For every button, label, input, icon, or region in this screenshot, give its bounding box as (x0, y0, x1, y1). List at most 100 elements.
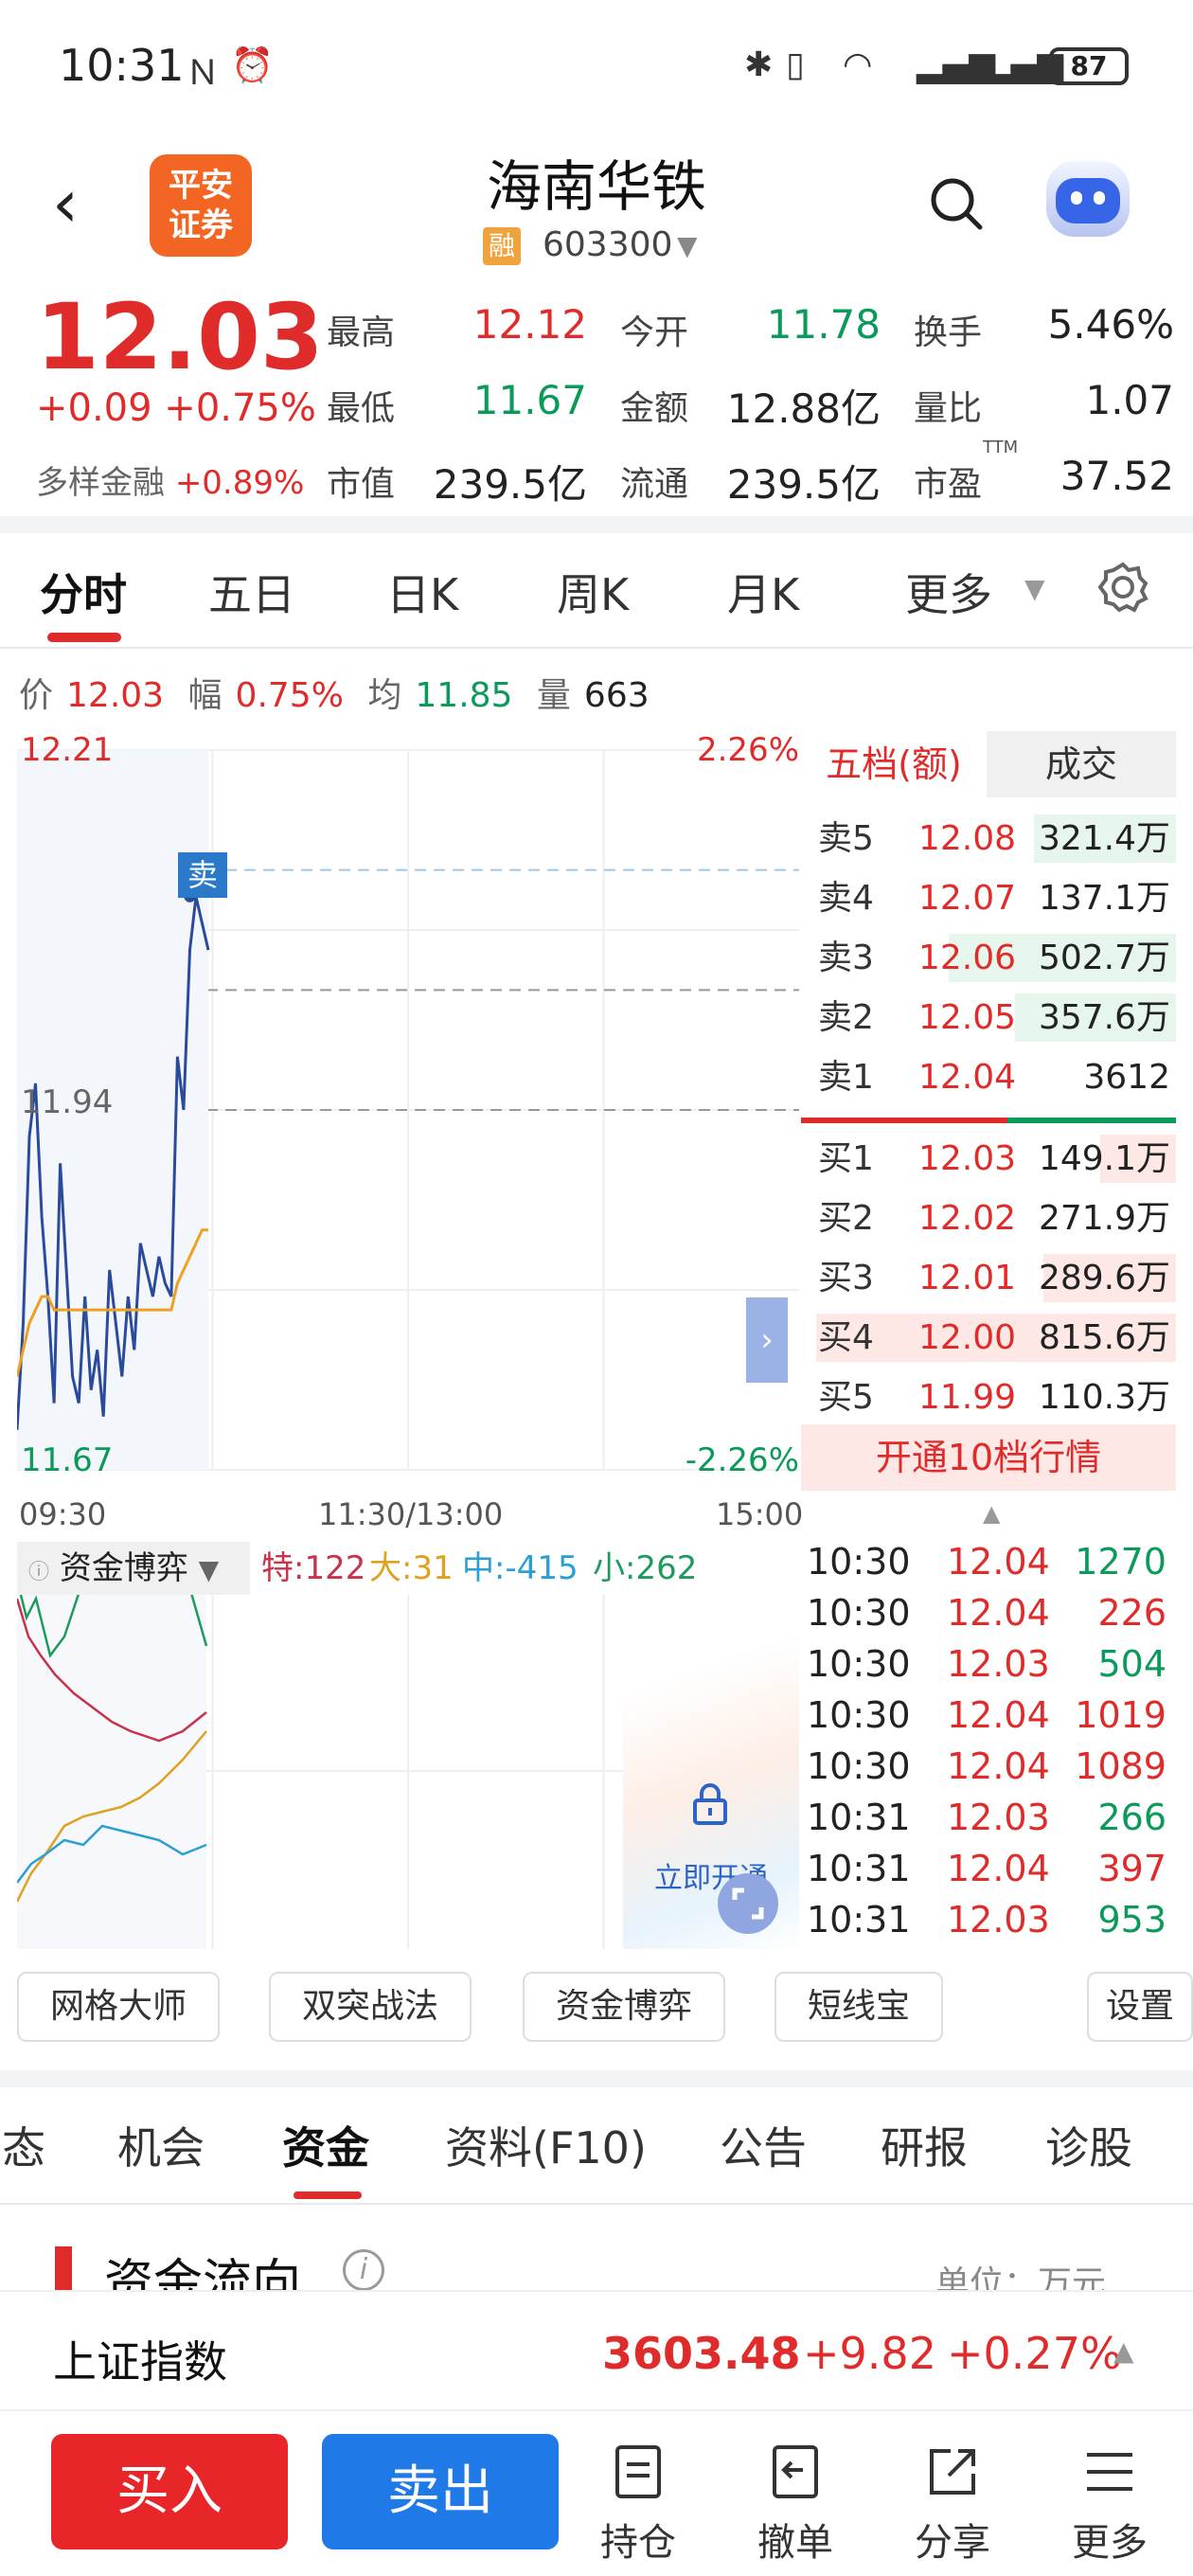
buy-button[interactable]: 买入 (51, 2434, 288, 2549)
volume-ratio-value: 1.07 (1085, 377, 1174, 423)
bid-row[interactable]: 买2 12.02 271.9万 (801, 1189, 1176, 1248)
level-label: 买1 (818, 1139, 874, 1178)
stock-code[interactable]: 603300 (543, 225, 672, 264)
level-label: 买2 (818, 1199, 874, 1238)
gear-icon[interactable] (1096, 561, 1149, 614)
more-dropdown-icon[interactable]: ▼ (1024, 573, 1045, 604)
double-breakout-button[interactable]: 双突战法 (269, 1972, 472, 2042)
tab-dynamics[interactable]: 态 (2, 2114, 45, 2176)
index-percent: +0.27% (947, 2328, 1122, 2379)
short-term-button[interactable]: 短线宝 (775, 1972, 943, 2042)
time-start: 09:30 (19, 1496, 107, 1532)
divider (0, 2203, 1193, 2205)
capital-game-selector[interactable]: ⓘ 资金博弈 ▼ (17, 1542, 250, 1595)
level-price: 12.00 (918, 1318, 1017, 1357)
cancel-order-icon[interactable] (765, 2442, 826, 2502)
sector-percent: +0.89% (174, 464, 305, 502)
tab-intraday[interactable]: 分时 (40, 561, 127, 623)
trade-price: 12.03 (947, 1797, 1050, 1838)
turnover-label: 换手 (914, 313, 983, 352)
info-icon: ⓘ (28, 1561, 50, 1584)
lock-icon (693, 1783, 727, 1825)
super-large-flow: 特:122 (261, 1549, 366, 1587)
tab-research[interactable]: 研报 (881, 2114, 968, 2176)
level-volume: 3612 (1083, 1058, 1170, 1097)
tab-more[interactable]: 更多 (905, 561, 992, 623)
tab-monthly-k[interactable]: 月K (727, 561, 799, 623)
intraday-chart[interactable]: 12.21 2.26% 11.94 11.67 -2.26% 卖 › (15, 731, 799, 1489)
bid-row[interactable]: 买1 12.03 149.1万 (801, 1129, 1176, 1189)
tab-announcement[interactable]: 公告 (720, 2114, 807, 2176)
settings-button[interactable]: 设置 (1087, 1972, 1193, 2042)
grid-master-button[interactable]: 网格大师 (17, 1972, 220, 2042)
trade-price: 12.04 (947, 1848, 1050, 1889)
ask-row[interactable]: 卖1 12.04 3612 (801, 1047, 1176, 1107)
level-volume: 110.3万 (1038, 1378, 1170, 1417)
section-marker (55, 2246, 72, 2294)
tab-diagnosis[interactable]: 诊股 (1045, 2114, 1132, 2176)
trade-volume: 397 (1097, 1848, 1166, 1889)
tab-opportunity[interactable]: 机会 (117, 2114, 205, 2176)
y-top-price: 12.21 (21, 731, 114, 769)
sector-label: 多样金融 (36, 464, 165, 502)
vibrate-icon: ▯ (786, 45, 805, 84)
y-bottom-pct: -2.26% (685, 1441, 799, 1479)
low-label: 最低 (327, 389, 396, 428)
ask-row[interactable]: 卖2 12.05 357.6万 (801, 988, 1176, 1047)
tab-weekly-k[interactable]: 周K (557, 561, 629, 623)
trade-row: 10:31 12.04 397 (801, 1843, 1176, 1894)
bid-row[interactable]: 买3 12.01 289.6万 (801, 1248, 1176, 1308)
holdings-icon[interactable] (608, 2442, 668, 2502)
info-avg-label: 均 (367, 676, 402, 715)
more-icon[interactable] (1079, 2442, 1140, 2502)
index-ticker[interactable]: 上证指数 3603.48 +9.82 +0.27% ▲ (0, 2290, 1193, 2411)
level-price: 12.07 (918, 879, 1017, 918)
share-icon[interactable] (922, 2442, 983, 2502)
ask-row[interactable]: 卖3 12.06 502.7万 (801, 928, 1176, 988)
bid-row[interactable]: 买5 11.99 110.3万 (801, 1368, 1176, 1427)
high-value: 12.12 (472, 301, 587, 348)
ask-row[interactable]: 卖4 12.07 137.1万 (801, 868, 1176, 928)
high-label: 最高 (327, 313, 396, 352)
scroll-up-icon[interactable]: ▲ (983, 1500, 1000, 1527)
bid-row[interactable]: 买4 12.00 815.6万 (801, 1308, 1176, 1368)
capital-game-button[interactable]: 资金博弈 (523, 1972, 725, 2042)
search-icon[interactable] (928, 175, 985, 232)
upgrade-10-level-button[interactable]: 开通10档行情 (801, 1424, 1176, 1491)
cancel-order-label[interactable]: 撤单 (739, 2512, 852, 2567)
holdings-label[interactable]: 持仓 (581, 2512, 695, 2567)
tab-daily-k[interactable]: 日K (386, 561, 458, 623)
alarm-icon: ⏰ (231, 46, 274, 85)
level-volume: 357.6万 (1038, 998, 1170, 1037)
level-volume: 137.1万 (1038, 879, 1170, 918)
tab-capital[interactable]: 资金 (282, 2114, 369, 2176)
ask-row[interactable]: 卖5 12.08 321.4万 (801, 809, 1176, 868)
current-price: 12.03 (36, 284, 324, 390)
change-value: +0.09 (36, 386, 152, 430)
expand-arrow-icon[interactable]: › (746, 1297, 788, 1383)
trade-volume: 504 (1097, 1643, 1166, 1685)
sector-info[interactable]: 多样金融 +0.89% (36, 456, 304, 503)
tab-trades[interactable]: 成交 (987, 731, 1176, 797)
tab-five-day[interactable]: 五日 (208, 561, 295, 623)
level-label: 卖5 (818, 819, 874, 858)
info-icon[interactable]: i (343, 2249, 384, 2291)
capital-game-header: ⓘ 资金博弈 ▼ 特:122 大:31 中:-415 小:262 (17, 1542, 799, 1595)
info-amp: 0.75% (235, 676, 344, 715)
y-top-pct: 2.26% (696, 731, 799, 769)
index-change: +9.82 (803, 2328, 936, 2379)
expand-up-icon[interactable]: ▲ (1113, 2335, 1134, 2367)
dropdown-icon[interactable]: ▼ (677, 230, 698, 261)
ask-bid-divider-red (801, 1118, 1007, 1123)
more-label[interactable]: 更多 (1053, 2512, 1166, 2567)
tab-f10[interactable]: 资料(F10) (445, 2114, 647, 2176)
tab-five-levels[interactable]: 五档(额) (801, 731, 987, 797)
sell-button[interactable]: 卖出 (322, 2434, 559, 2549)
dropdown-icon: ▼ (198, 1554, 220, 1585)
y-bottom-price: 11.67 (21, 1441, 114, 1479)
fullscreen-icon[interactable] (718, 1873, 778, 1934)
share-label[interactable]: 分享 (896, 2512, 1009, 2567)
assistant-robot-icon[interactable] (1046, 161, 1130, 237)
sell-marker[interactable]: 卖 (178, 852, 227, 898)
trade-price: 12.04 (947, 1541, 1050, 1583)
